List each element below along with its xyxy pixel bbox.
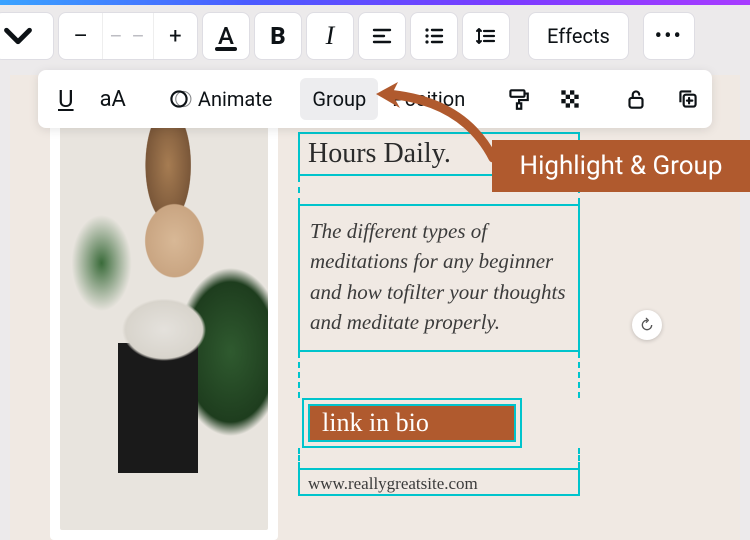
font-size-decrease[interactable]: –: [59, 24, 102, 49]
link-badge-selection[interactable]: link in bio: [302, 398, 522, 448]
bullet-list-icon: [422, 24, 446, 48]
animate-label: Animate: [198, 87, 273, 111]
line-spacing-icon: [474, 24, 498, 48]
animate-icon: [166, 86, 192, 112]
context-toolbar: U aA Animate Group Position: [38, 70, 712, 128]
selection-gap: [298, 352, 580, 398]
copy-style-button[interactable]: [493, 78, 543, 120]
font-size-stepper[interactable]: – – – +: [58, 12, 198, 60]
uppercase-button[interactable]: aA: [88, 78, 138, 120]
selected-text-group[interactable]: Hours Daily. The different types of medi…: [298, 132, 614, 540]
link-badge[interactable]: link in bio: [308, 404, 516, 442]
italic-button[interactable]: I: [306, 12, 354, 60]
text-align-button[interactable]: [358, 12, 406, 60]
group-button[interactable]: Group: [300, 78, 378, 120]
top-toolbar: – – – + A B I Effects •••: [0, 12, 695, 60]
align-left-icon: [370, 24, 394, 48]
bold-button[interactable]: B: [254, 12, 302, 60]
font-size-increase[interactable]: +: [154, 24, 197, 49]
position-button[interactable]: Position: [380, 78, 477, 120]
lock-button[interactable]: [611, 78, 661, 120]
transparency-icon: [557, 86, 583, 112]
list-button[interactable]: [410, 12, 458, 60]
duplicate-button[interactable]: [663, 78, 713, 120]
underline-button[interactable]: U: [46, 78, 86, 120]
rotate-handle[interactable]: [632, 310, 662, 340]
annotation-label: Highlight & Group: [492, 140, 750, 192]
selection-gap: [298, 448, 580, 468]
yoga-photo: [60, 85, 268, 530]
url-textbox[interactable]: www.reallygreatsite.com: [298, 468, 580, 496]
paint-roller-icon: [505, 86, 531, 112]
window-titlebar-gradient: [0, 0, 750, 5]
text-color-swatch: [215, 47, 237, 51]
effects-button[interactable]: Effects: [528, 12, 629, 60]
duplicate-icon: [675, 86, 701, 112]
body-textbox[interactable]: The different types of meditations for a…: [298, 204, 580, 352]
unlock-icon: [623, 86, 649, 112]
photo-frame[interactable]: [50, 75, 278, 540]
animate-button[interactable]: Animate: [154, 78, 285, 120]
text-color-button[interactable]: A: [202, 12, 250, 60]
transparency-button[interactable]: [545, 78, 595, 120]
font-size-value[interactable]: – –: [102, 13, 153, 59]
rotate-icon: [639, 317, 655, 333]
font-family-dropdown[interactable]: [0, 12, 54, 60]
more-options-button[interactable]: •••: [643, 12, 695, 60]
ellipsis-icon: •••: [655, 24, 683, 49]
chevron-down-icon: [0, 13, 41, 59]
text-color-glyph: A: [218, 22, 234, 50]
spacing-button[interactable]: [462, 12, 510, 60]
